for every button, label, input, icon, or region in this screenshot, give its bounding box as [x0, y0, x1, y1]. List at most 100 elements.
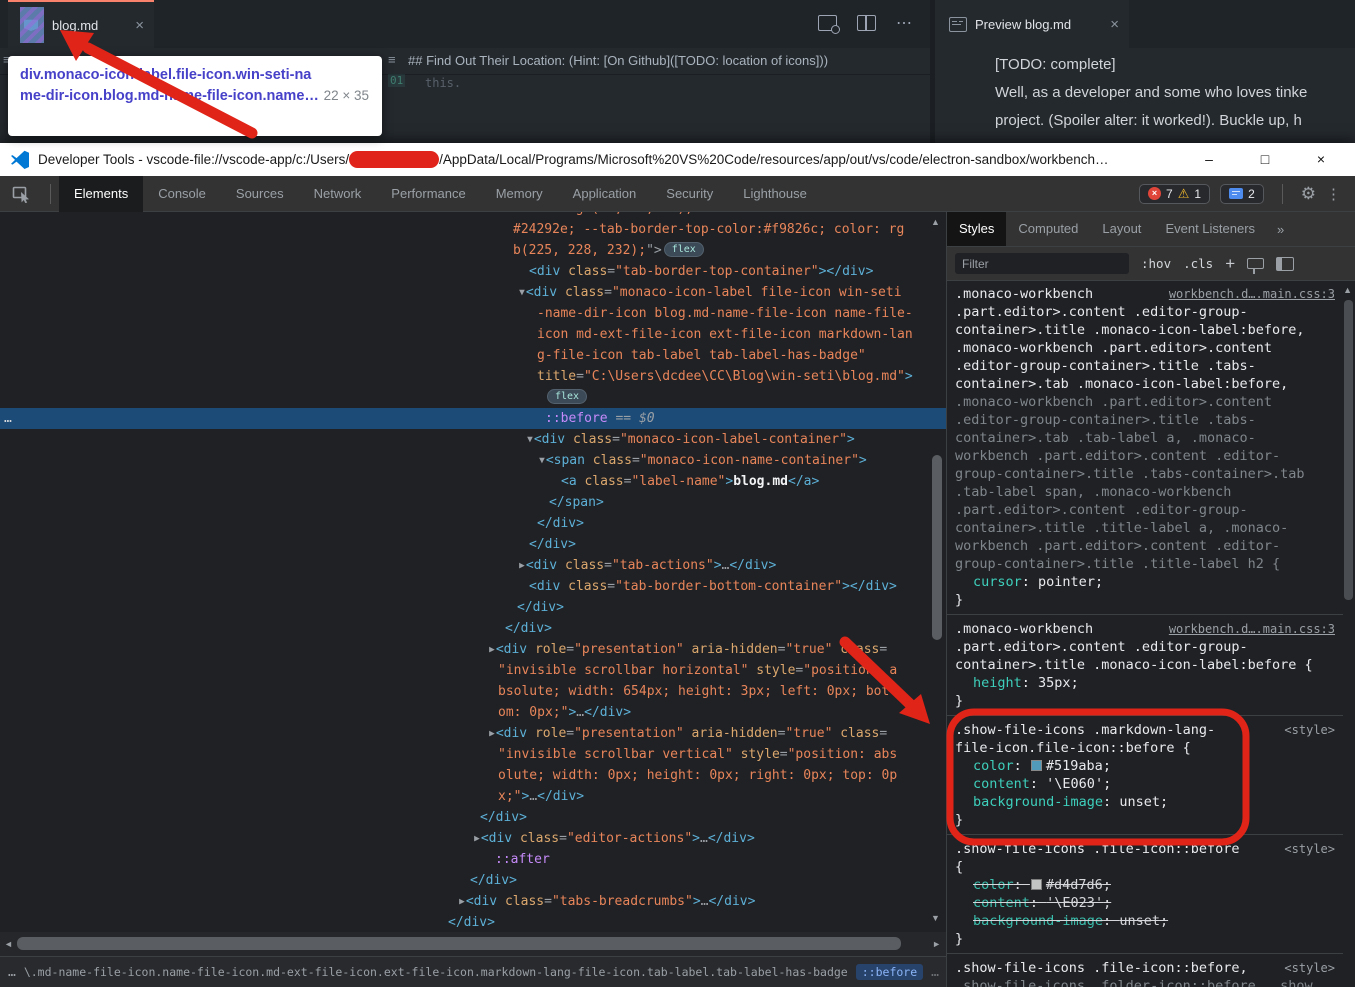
dom-tree-row[interactable]: ▶<div class="editor-actions">…</div>: [0, 828, 946, 849]
scroll-up-icon[interactable]: ▲: [1343, 285, 1352, 295]
close-tab-icon[interactable]: ×: [1110, 16, 1119, 33]
dom-tree-row[interactable]: flex: [0, 387, 946, 408]
css-source-link[interactable]: workbench.d….main.css:3: [1169, 285, 1335, 303]
split-editor-icon[interactable]: [857, 15, 876, 31]
pseudo-state-toggle[interactable]: :hov: [1141, 256, 1171, 271]
dom-tree-row[interactable]: title="C:\Users\dcdee\CC\Blog\win-seti\b…: [0, 366, 946, 387]
css-source-link[interactable]: workbench.d….main.css:3: [1169, 620, 1335, 638]
dom-tree-row[interactable]: ▼<span class="monaco-icon-name-container…: [0, 450, 946, 471]
dom-tree-row[interactable]: ▶<div role="presentation" aria-hidden="t…: [0, 723, 946, 744]
dom-tree-row[interactable]: "invisible scrollbar vertical" style="po…: [0, 744, 946, 765]
devtools-tab-security[interactable]: Security: [651, 176, 728, 212]
breadcrumb-selected-pseudo[interactable]: ::before: [856, 964, 923, 980]
vertical-scrollbar-thumb[interactable]: [932, 455, 942, 640]
open-preview-side-icon[interactable]: [818, 15, 837, 31]
dom-tree-row[interactable]: </div>: [0, 912, 946, 931]
vertical-scrollbar-thumb[interactable]: [1344, 300, 1353, 600]
css-declaration[interactable]: background-image: unset;: [955, 912, 1335, 930]
dom-tree-row[interactable]: <a class="label-name">blog.md</a>: [0, 471, 946, 492]
devtools-tab-performance[interactable]: Performance: [376, 176, 480, 212]
dom-tree-row-selected[interactable]: …::before == $0: [0, 408, 946, 429]
css-declaration[interactable]: color: #519aba;: [955, 757, 1335, 775]
flex-badge[interactable]: flex: [547, 389, 587, 404]
flex-badge[interactable]: flex: [664, 242, 704, 257]
dom-tree-row[interactable]: ::after: [0, 849, 946, 870]
sidebar-tab-styles[interactable]: Styles: [947, 212, 1006, 246]
dom-tree-row[interactable]: ▶<div class="tab-actions">…</div>: [0, 555, 946, 576]
dom-tree-row[interactable]: </span>: [0, 492, 946, 513]
color-swatch[interactable]: [1031, 760, 1042, 771]
settings-gear-icon[interactable]: ⚙: [1301, 184, 1316, 204]
css-declaration[interactable]: color: #d4d7d6;: [955, 876, 1335, 894]
devtools-tab-network[interactable]: Network: [299, 176, 377, 212]
dom-tree-row[interactable]: <div class="tab-border-top-container"></…: [0, 261, 946, 282]
css-declaration[interactable]: content: '\E060';: [955, 775, 1335, 793]
dom-tree-row[interactable]: x;">…</div>: [0, 786, 946, 807]
maximize-button[interactable]: □: [1237, 143, 1293, 176]
css-declaration[interactable]: content: '\E023';: [955, 894, 1335, 912]
breadcrumb-overflow-button[interactable]: …: [8, 965, 16, 980]
dom-tree-row[interactable]: -name-dir-icon blog.md-name-file-icon na…: [0, 303, 946, 324]
new-style-rule-icon[interactable]: +: [1225, 254, 1235, 274]
dom-tree-row[interactable]: </div>: [0, 513, 946, 534]
minimize-button[interactable]: –: [1181, 143, 1237, 176]
css-source-link[interactable]: <style>: [1284, 840, 1335, 858]
errors-warnings-badge[interactable]: × 7 ⚠ 1: [1139, 184, 1210, 204]
devtools-tab-lighthouse[interactable]: Lighthouse: [728, 176, 822, 212]
dom-tree-row[interactable]: b(225, 228, 232);">flex: [0, 240, 946, 261]
dom-tree-row[interactable]: om: 0px;">…</div>: [0, 702, 946, 723]
dom-tree-row[interactable]: "invisible scrollbar horizontal" style="…: [0, 660, 946, 681]
horizontal-scrollbar[interactable]: ◄ ►: [0, 932, 946, 956]
dom-tree-row[interactable]: </div>: [0, 618, 946, 639]
css-declaration[interactable]: cursor: pointer;: [955, 573, 1335, 591]
sidebar-tabs-overflow-icon[interactable]: »: [1267, 222, 1294, 237]
styles-filter-input[interactable]: [955, 253, 1129, 274]
inspect-element-icon[interactable]: [12, 185, 32, 203]
horizontal-scrollbar-thumb[interactable]: [17, 937, 901, 950]
more-menu-icon[interactable]: ⋮: [1326, 185, 1341, 203]
rendering-emulation-icon[interactable]: [1247, 258, 1264, 269]
scroll-up-icon[interactable]: ▲: [931, 217, 940, 227]
css-source-link[interactable]: <style>: [1284, 959, 1335, 977]
dom-tree-row[interactable]: ▶<div class="tabs-breadcrumbs">…</div>: [0, 891, 946, 912]
devtools-tab-memory[interactable]: Memory: [481, 176, 558, 212]
dom-tree-row[interactable]: olute; width: 0px; height: 0px; right: 0…: [0, 765, 946, 786]
tab-blog-md[interactable]: blog.md ×: [8, 0, 154, 48]
scroll-right-icon[interactable]: ►: [932, 939, 941, 949]
more-actions-icon[interactable]: ⋯: [896, 13, 913, 33]
dom-tree-row[interactable]: </div>: [0, 870, 946, 891]
css-source-link[interactable]: <style>: [1284, 721, 1335, 739]
devtools-tab-console[interactable]: Console: [143, 176, 221, 212]
close-tab-icon[interactable]: ×: [135, 17, 144, 34]
issues-badge[interactable]: 2: [1220, 184, 1264, 204]
dom-tree-row[interactable]: <div class="tab-border-bottom-container"…: [0, 576, 946, 597]
dom-tree-row[interactable]: ▶<div role="presentation" aria-hidden="t…: [0, 639, 946, 660]
devtools-titlebar[interactable]: Developer Tools - vscode-file://vscode-a…: [0, 143, 1355, 176]
css-declaration[interactable]: background-image: unset;: [955, 793, 1335, 811]
devtools-tab-elements[interactable]: Elements: [59, 176, 143, 212]
dom-tree-row[interactable]: </div>: [0, 807, 946, 828]
devtools-tab-application[interactable]: Application: [558, 176, 652, 212]
tab-preview-blog-md[interactable]: Preview blog.md ×: [935, 0, 1129, 48]
color-swatch[interactable]: [1031, 879, 1042, 890]
toggle-panel-icon[interactable]: [1276, 257, 1294, 271]
sidebar-tab-computed[interactable]: Computed: [1006, 212, 1090, 246]
breadcrumb-trail-ellipsis[interactable]: …: [931, 965, 939, 980]
dom-tree-row[interactable]: ▼<div class="monaco-icon-label-container…: [0, 429, 946, 450]
element-class-toggle[interactable]: .cls: [1183, 256, 1213, 271]
css-declaration[interactable]: height: 35px;: [955, 674, 1335, 692]
dom-tree-row[interactable]: color: rgb(50, 41, 46); --tab-border-bot…: [0, 212, 946, 219]
dom-tree-row[interactable]: </div>: [0, 534, 946, 555]
sticky-heading-text[interactable]: ## Find Out Their Location: (Hint: [On G…: [408, 53, 828, 68]
dom-tree-row[interactable]: g-file-icon tab-label tab-label-has-badg…: [0, 345, 946, 366]
devtools-tab-sources[interactable]: Sources: [221, 176, 299, 212]
close-button[interactable]: ×: [1293, 143, 1349, 176]
dom-tree-row[interactable]: </div>: [0, 597, 946, 618]
scroll-down-icon[interactable]: ▼: [931, 913, 940, 923]
dom-tree-row[interactable]: #24292e; --tab-border-top-color:#f9826c;…: [0, 219, 946, 240]
dom-tree-row[interactable]: bsolute; width: 654px; height: 3px; left…: [0, 681, 946, 702]
scroll-left-icon[interactable]: ◄: [4, 939, 13, 949]
dom-tree-row[interactable]: ▼<div class="monaco-icon-label file-icon…: [0, 282, 946, 303]
sidebar-tab-layout[interactable]: Layout: [1090, 212, 1153, 246]
breadcrumb-path[interactable]: \.md-name-file-icon.name-file-icon.md-ex…: [24, 965, 848, 979]
